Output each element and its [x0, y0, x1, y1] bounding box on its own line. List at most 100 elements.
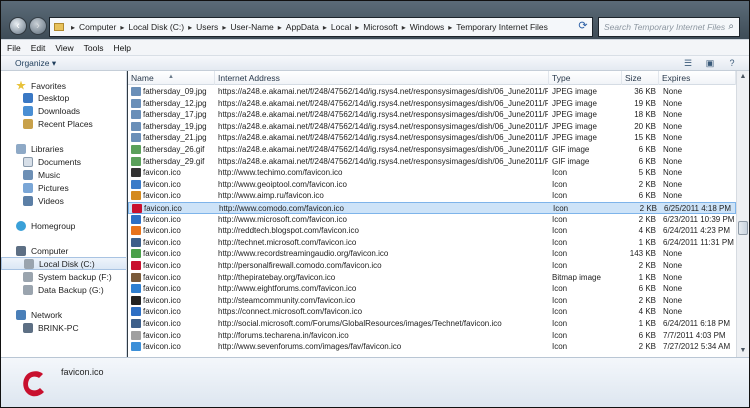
breadcrumb-item[interactable]: AppData: [286, 22, 319, 32]
nav-pictures[interactable]: Pictures: [1, 181, 126, 194]
table-row[interactable]: fathersday_26.gif https://a248.e.akamai.n…: [128, 144, 736, 156]
table-row[interactable]: fathersday_29.gif https://a248.e.akamai.n…: [128, 156, 736, 168]
breadcrumb-item[interactable]: Computer: [79, 22, 116, 32]
nav-documents[interactable]: Documents: [1, 155, 126, 168]
cell-name: fathersday_21.jpg: [143, 133, 207, 143]
table-row[interactable]: favicon.ico http://technet.microsoft.com/…: [128, 237, 736, 249]
refresh-button[interactable]: ⟳: [575, 18, 591, 36]
table-row[interactable]: favicon.ico http://www.comodo.com/favicon…: [128, 202, 736, 214]
breadcrumb-item[interactable]: Temporary Internet Files: [456, 22, 548, 32]
nav-data-backup-g[interactable]: Data Backup (G:): [1, 283, 126, 296]
cell-url: http://reddtech.blogspot.com/favicon.ico: [218, 226, 359, 236]
nav-desktop[interactable]: Desktop: [1, 91, 126, 104]
table-row[interactable]: favicon.ico http://www.eightforums.com/fa…: [128, 283, 736, 295]
table-row[interactable]: favicon.ico http://www.geoiptool.com/favi…: [128, 179, 736, 191]
cell-size: 1 KB: [638, 319, 656, 328]
column-header-type[interactable]: Type: [549, 71, 622, 85]
menu-tools[interactable]: Tools: [84, 43, 104, 53]
nav-music[interactable]: Music: [1, 168, 126, 181]
menu-help[interactable]: Help: [113, 43, 130, 53]
nav-label: Favorites: [31, 80, 66, 91]
cell-url: http://steamcommunity.com/favicon.ico: [218, 295, 356, 305]
nav-network[interactable]: Network: [1, 308, 126, 321]
table-row[interactable]: fathersday_19.jpg https://a248.e.akamai.n…: [128, 121, 736, 133]
organize-button[interactable]: Organize ▾: [15, 58, 56, 69]
techarena-favicon-icon: [131, 330, 141, 340]
breadcrumb[interactable]: ▸ Computer ▸ Local Disk (C:) ▸ Users ▸ U…: [49, 17, 593, 37]
scrollbar-thumb[interactable]: [738, 221, 748, 235]
table-row[interactable]: favicon.ico http://www.recordstreamingaud…: [128, 248, 736, 260]
cell-size: 6 KB: [638, 156, 656, 166]
nav-computer[interactable]: Computer: [1, 244, 126, 257]
nav-libraries[interactable]: Libraries: [1, 142, 126, 155]
menu-view[interactable]: View: [55, 43, 73, 53]
cell-expires: 6/23/2011 10:39 PM: [663, 214, 735, 224]
cell-name: fathersday_26.gif: [143, 145, 205, 154]
table-row[interactable]: favicon.ico http://reddtech.blogspot.com/…: [128, 225, 736, 237]
table-row[interactable]: favicon.ico http://personalfirewall.comod…: [128, 260, 736, 272]
table-row[interactable]: favicon.ico http://forums.techarena.in/fa…: [128, 330, 736, 342]
breadcrumb-item[interactable]: Users: [196, 22, 218, 32]
cell-expires: 6/24/2011 6:18 PM: [663, 319, 731, 328]
breadcrumb-item[interactable]: Windows: [410, 22, 444, 32]
forward-button[interactable]: ›: [29, 17, 47, 35]
preview-pane-icon[interactable]: ▣: [703, 58, 717, 69]
table-row[interactable]: favicon.ico http://www.aimp.ru/favicon.ic…: [128, 190, 736, 202]
cell-type: Icon: [552, 179, 568, 189]
nav-downloads[interactable]: Downloads: [1, 104, 126, 117]
help-icon[interactable]: ?: [725, 58, 739, 69]
table-row[interactable]: favicon.ico http://www.techimo.com/favico…: [128, 167, 736, 179]
jpg-icon: [131, 121, 141, 131]
table-row[interactable]: fathersday_21.jpg https://a248.e.akamai.n…: [128, 132, 736, 144]
nav-recent-places[interactable]: Recent Places: [1, 117, 126, 130]
scroll-down-icon[interactable]: ▼: [737, 345, 749, 357]
table-row[interactable]: fathersday_12.jpg https://a248.e.akamai.n…: [128, 98, 736, 110]
menu-file[interactable]: File: [7, 43, 21, 53]
scroll-up-icon[interactable]: ▲: [737, 71, 749, 83]
jpg-icon: [131, 87, 141, 96]
cell-url: https://a248.e.akamai.net/f/248/47562/14…: [218, 145, 548, 154]
breadcrumb-item[interactable]: Microsoft: [363, 22, 397, 32]
table-row[interactable]: favicon.ico http://www.sevenforums.com/im…: [128, 341, 736, 353]
nav-videos[interactable]: Videos: [1, 194, 126, 207]
breadcrumb-item[interactable]: Local: [331, 22, 351, 32]
nav-brink-pc[interactable]: BRINK-PC: [1, 321, 126, 334]
details-pane: favicon.ico: [1, 357, 749, 407]
column-header-size[interactable]: Size: [622, 71, 659, 85]
cell-size: 4 KB: [638, 226, 656, 236]
cell-type: GIF image: [552, 145, 590, 154]
cell-expires: None: [663, 307, 683, 317]
table-row[interactable]: favicon.ico http://thepiratebay.org/favic…: [128, 272, 736, 284]
cell-name: favicon.ico: [143, 330, 181, 340]
recent-places-icon: [23, 118, 33, 129]
breadcrumb-item[interactable]: User-Name: [230, 22, 273, 32]
table-row[interactable]: favicon.ico http://steamcommunity.com/fav…: [128, 295, 736, 307]
menu-edit[interactable]: Edit: [31, 43, 46, 53]
column-header-name[interactable]: Name ▲: [128, 71, 215, 85]
column-header-url[interactable]: Internet Address: [215, 71, 549, 85]
table-row[interactable]: favicon.ico http://social.microsoft.com/F…: [128, 318, 736, 330]
cell-expires: None: [663, 156, 683, 166]
piratebay-favicon-icon: [131, 272, 141, 282]
cell-size: 6 KB: [638, 284, 656, 294]
back-button[interactable]: ‹: [9, 17, 27, 35]
table-row[interactable]: favicon.ico https://connect.microsoft.com…: [128, 306, 736, 318]
table-row[interactable]: favicon.ico http://www.microsoft.com/favi…: [128, 214, 736, 226]
search-input[interactable]: Search Temporary Internet Files ⌕: [598, 17, 740, 37]
cell-size: 6 KB: [638, 145, 656, 154]
table-row[interactable]: fathersday_09.jpg https://a248.e.akamai.n…: [128, 86, 736, 98]
comodo-favicon-icon: [131, 261, 141, 270]
cell-expires: None: [663, 249, 683, 259]
steam-favicon-icon: [131, 295, 141, 305]
nav-homegroup[interactable]: Homegroup: [1, 219, 126, 232]
column-header-expires[interactable]: Expires: [659, 71, 736, 85]
cell-expires: None: [663, 145, 683, 154]
cell-expires: None: [663, 168, 683, 178]
nav-local-disk-c[interactable]: Local Disk (C:): [1, 257, 126, 270]
view-options-icon[interactable]: ☰: [681, 58, 695, 69]
nav-system-backup-f[interactable]: System backup (F:): [1, 270, 126, 283]
breadcrumb-item[interactable]: Local Disk (C:): [128, 22, 184, 32]
vertical-scrollbar[interactable]: ▲ ▼: [736, 71, 749, 357]
chevron-right-icon: ▸: [322, 22, 327, 32]
table-row[interactable]: fathersday_17.jpg https://a248.e.akamai.n…: [128, 109, 736, 121]
